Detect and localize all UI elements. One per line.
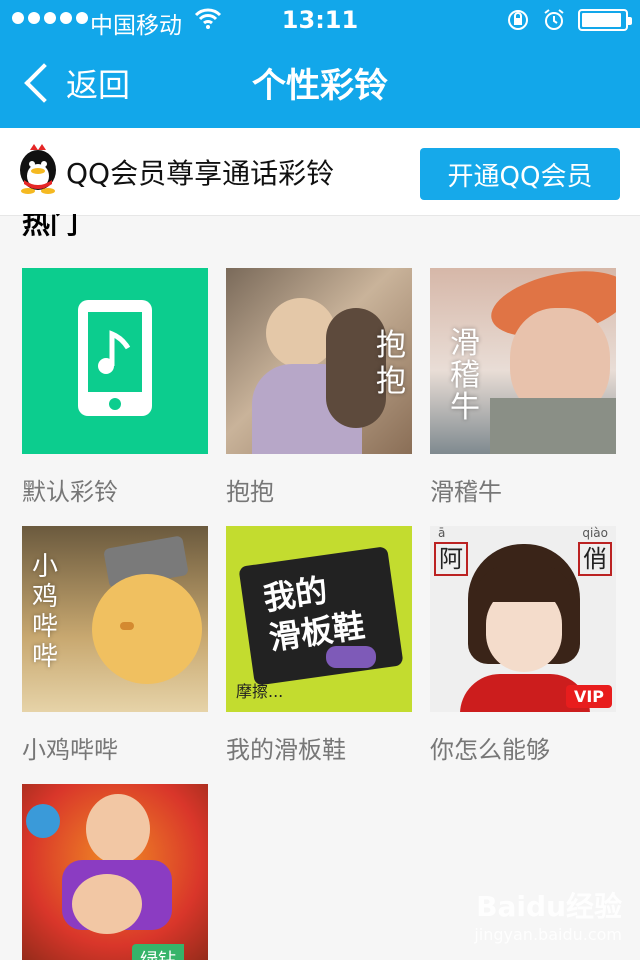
cover-overlay-text: 小 鸡 哔 哔 xyxy=(32,552,59,672)
ringtone-tile-how-could-you[interactable]: ā 阿 qiào 俏 VIP 你怎么能够 xyxy=(430,526,616,764)
battery-icon xyxy=(578,9,632,31)
ringtone-name: 默认彩铃 xyxy=(22,478,118,506)
qq-penguin-icon xyxy=(20,144,56,194)
ringtone-cover: ā 阿 qiào 俏 VIP xyxy=(430,526,616,712)
ringtone-tile-default[interactable]: 默认彩铃 xyxy=(22,268,208,506)
ringtone-name: 你怎么能够 xyxy=(430,736,550,764)
section-title: 热门 xyxy=(22,214,79,240)
cover-overlay-text: 我的 滑板鞋 xyxy=(261,571,367,658)
ringtone-cover: 抱 抱 xyxy=(226,268,412,454)
phone-music-icon xyxy=(78,300,152,416)
ringtone-tile-chick[interactable]: 小 鸡 哔 哔 小鸡哔哔 xyxy=(22,526,208,764)
rotation-lock-icon xyxy=(508,10,528,30)
cover-pinyin-right: qiào xyxy=(582,526,608,540)
cover-overlay-small-text: 摩擦... xyxy=(236,682,284,701)
cover-char-left: 阿 xyxy=(434,542,468,576)
ringtone-tile-comic[interactable]: 绿钻 xyxy=(22,784,208,960)
top-bar: 中国移动 13:11 返回 个性彩铃 xyxy=(0,0,640,128)
activate-qq-member-button[interactable]: 开通QQ会员 xyxy=(420,148,620,200)
status-icons xyxy=(506,8,632,32)
member-banner: QQ会员尊享通话彩铃 开通QQ会员 xyxy=(0,128,640,216)
ringtone-name: 抱抱 xyxy=(226,478,274,506)
cover-char-right: 俏 xyxy=(578,542,612,576)
ringtone-cover xyxy=(22,268,208,454)
watermark-brand: Baidu经验 xyxy=(476,890,622,923)
ringtone-name: 小鸡哔哔 xyxy=(22,736,118,764)
alarm-icon xyxy=(544,9,564,30)
page-title: 个性彩铃 xyxy=(252,66,388,106)
member-promo-text: QQ会员尊享通话彩铃 xyxy=(66,157,335,190)
ringtone-tile-skate-shoes[interactable]: 我的 滑板鞋 摩擦... 我的滑板鞋 xyxy=(226,526,412,764)
ringtone-tile-funny-cow[interactable]: 滑 稽 牛 滑稽牛 xyxy=(430,268,616,506)
vip-badge: VIP xyxy=(565,685,612,708)
green-diamond-badge: 绿钻 xyxy=(132,944,184,960)
ringtone-cover: 我的 滑板鞋 摩擦... xyxy=(226,526,412,712)
baidu-watermark: Baidu经验 jingyan.baidu.com xyxy=(474,885,622,944)
ringtone-name: 我的滑板鞋 xyxy=(226,736,346,764)
ringtone-tile-hug[interactable]: 抱 抱 抱抱 xyxy=(226,268,412,506)
watermark-url: jingyan.baidu.com xyxy=(474,925,622,944)
cover-pinyin-left: ā xyxy=(438,526,446,540)
status-bar: 中国移动 13:11 xyxy=(0,0,640,40)
ringtone-cover: 小 鸡 哔 哔 xyxy=(22,526,208,712)
ringtone-cover: 绿钻 xyxy=(22,784,208,960)
cover-overlay-text: 抱 抱 xyxy=(376,328,406,399)
cover-overlay-text: 滑 稽 牛 xyxy=(450,326,480,425)
ringtone-cover: 滑 稽 牛 xyxy=(430,268,616,454)
ringtone-name: 滑稽牛 xyxy=(430,478,502,506)
